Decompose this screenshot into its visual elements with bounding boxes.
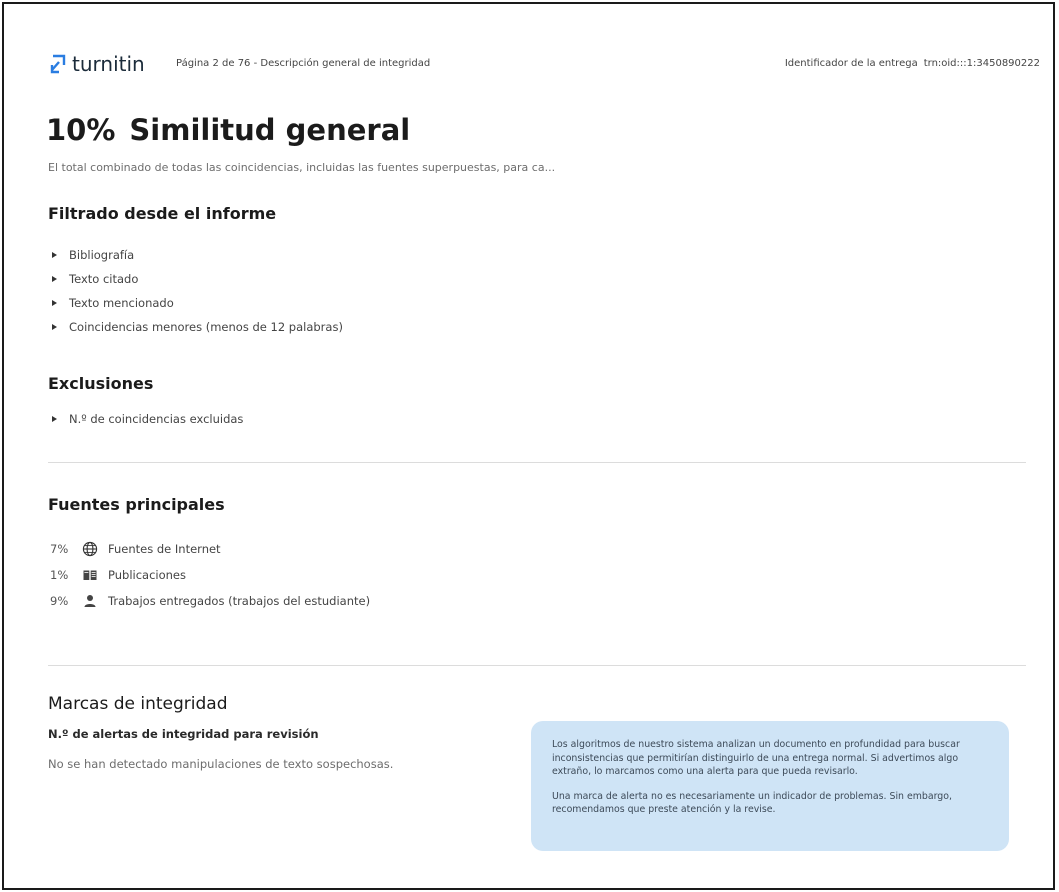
info-paragraph: Una marca de alerta no es necesariamente… <box>552 790 952 816</box>
list-item: Texto mencionado <box>52 291 343 315</box>
list-item-label: Texto citado <box>69 272 139 286</box>
integrity-heading: Marcas de integridad <box>48 694 228 714</box>
globe-icon <box>82 541 98 557</box>
sources-heading: Fuentes principales <box>48 495 225 514</box>
page-header: turnitin Página 2 de 76 - Descripción ge… <box>50 52 1040 76</box>
integrity-info-box: Los algoritmos de nuestro sistema analiz… <box>531 721 1009 851</box>
bullet-icon <box>52 416 57 422</box>
similarity-percent: 10% <box>46 113 116 147</box>
bullet-icon <box>52 276 57 282</box>
bullet-icon <box>52 324 57 330</box>
submission-id: trn:oid:::1:3450890222 <box>923 58 1040 69</box>
source-row-internet: 7% Fuentes de Internet <box>50 536 370 562</box>
turnitin-logo-icon <box>50 54 66 74</box>
exclusions-heading: Exclusiones <box>48 374 154 393</box>
sources-list: 7% Fuentes de Internet 1% Publicaciones … <box>50 536 370 614</box>
filtered-heading: Filtrado desde el informe <box>48 204 277 223</box>
list-item: Texto citado <box>52 267 343 291</box>
similarity-label: Similitud general <box>129 113 411 147</box>
source-percent: 1% <box>50 568 69 582</box>
submission-label: Identificador de la entrega <box>784 58 918 69</box>
submission-identifier: Identificador de la entrega trn:oid:::1:3… <box>779 58 1040 69</box>
list-item: Bibliografía <box>52 243 343 267</box>
filtered-list: Bibliografía Texto citado Texto menciona… <box>52 243 343 339</box>
source-percent: 9% <box>50 594 69 608</box>
bullet-icon <box>52 300 57 306</box>
list-item-label: Coincidencias menores (menos de 12 palab… <box>69 320 343 334</box>
source-row-publications: 1% Publicaciones <box>50 562 370 588</box>
bullet-icon <box>52 252 57 258</box>
section-divider <box>48 665 1026 666</box>
list-item-label: Texto mencionado <box>69 296 174 310</box>
logo-text: turnitin <box>72 52 145 76</box>
list-item-label: Bibliografía <box>69 248 135 262</box>
similarity-title: 10% Similitud general <box>46 113 410 147</box>
exclusions-list: N.º de coincidencias excluidas <box>52 407 243 431</box>
similarity-subtitle: El total combinado de todas las coincide… <box>48 161 556 174</box>
list-item: N.º de coincidencias excluidas <box>52 407 243 431</box>
integrity-alerts-label: N.º de alertas de integridad para revisi… <box>48 727 319 741</box>
list-item-label: N.º de coincidencias excluidas <box>69 412 244 426</box>
list-item: Coincidencias menores (menos de 12 palab… <box>52 315 343 339</box>
source-label: Publicaciones <box>108 568 186 582</box>
source-row-submitted-works: 9% Trabajos entregados (trabajos del est… <box>50 588 370 614</box>
person-icon <box>84 595 96 607</box>
source-label: Trabajos entregados (trabajos del estudi… <box>108 594 371 608</box>
page-info: Página 2 de 76 - Descripción general de … <box>176 58 431 69</box>
source-percent: 7% <box>50 542 69 556</box>
book-icon <box>83 570 97 580</box>
turnitin-logo: turnitin <box>50 52 145 76</box>
integrity-no-alerts-text: No se han detectado manipulaciones de te… <box>48 757 394 771</box>
info-paragraph: Los algoritmos de nuestro sistema analiz… <box>552 739 960 777</box>
section-divider <box>48 462 1026 463</box>
source-label: Fuentes de Internet <box>108 542 221 556</box>
